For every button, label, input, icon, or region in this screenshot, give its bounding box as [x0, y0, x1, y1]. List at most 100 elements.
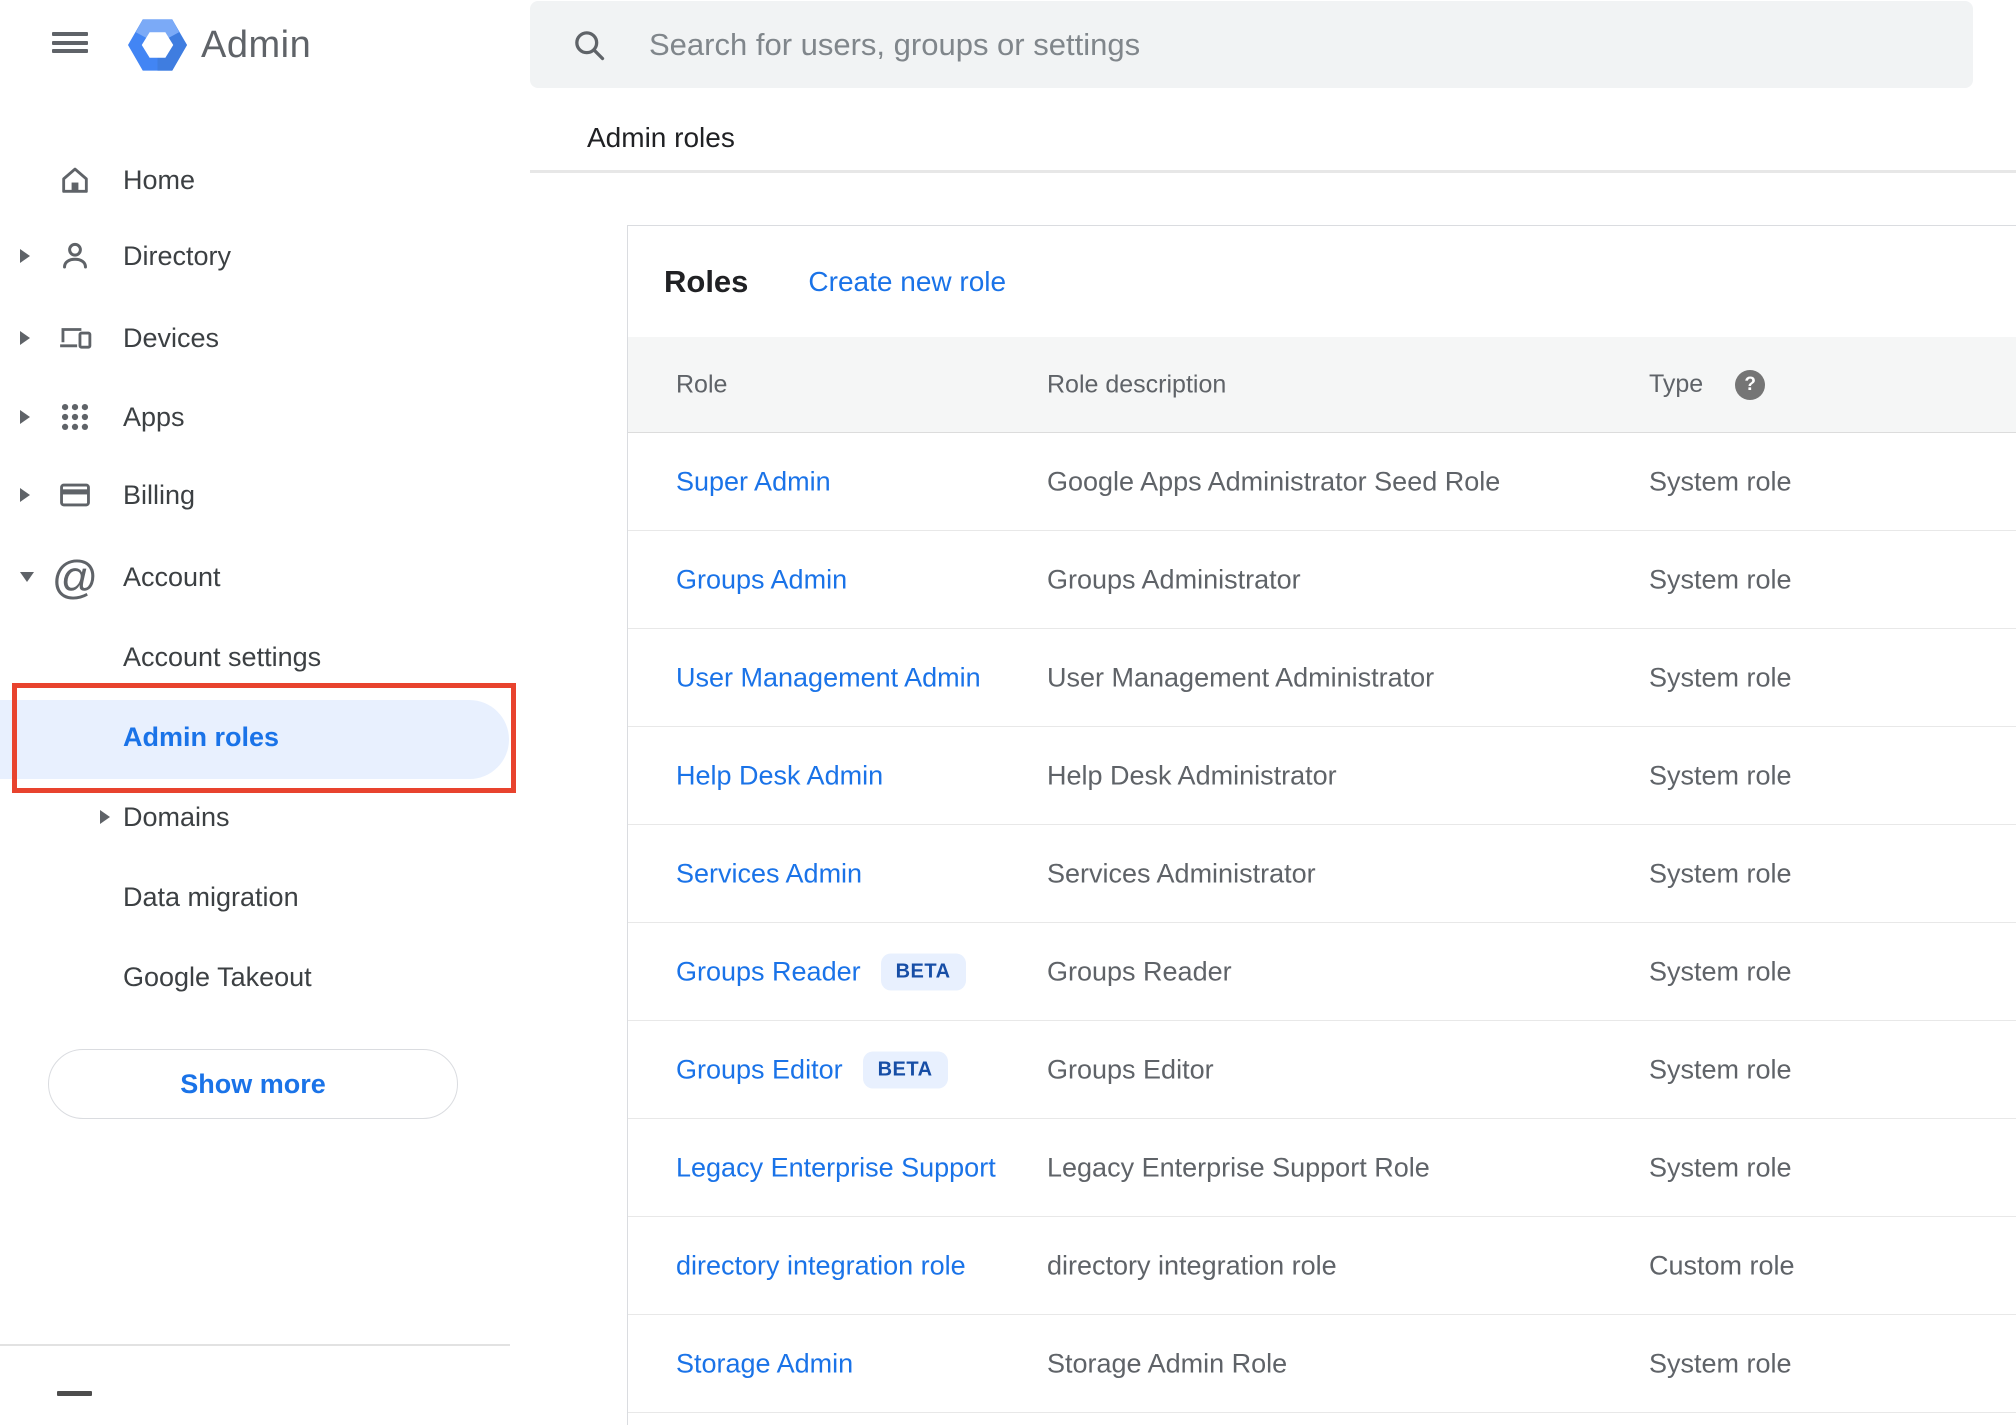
sidebar-item-data-migration[interactable]: Data migration — [0, 857, 515, 937]
role-type: Custom role — [1649, 1250, 1795, 1280]
role-link[interactable]: Groups Reader — [676, 956, 861, 987]
table-row[interactable]: Services Admin Services Administrator Sy… — [628, 825, 2016, 923]
sidebar-item-label: Domains — [123, 801, 230, 832]
beta-badge: BETA — [862, 1051, 948, 1088]
table-row[interactable]: Super Admin Google Apps Administrator Se… — [628, 433, 2016, 531]
role-description: Groups Editor — [1047, 1054, 1214, 1084]
role-description: directory integration role — [1047, 1250, 1337, 1280]
at-sign-icon: @ — [52, 553, 99, 601]
role-description: Groups Administrator — [1047, 564, 1301, 594]
sidebar-item-devices[interactable]: Devices — [0, 298, 515, 378]
help-icon[interactable]: ? — [1735, 369, 1766, 400]
hamburger-menu-icon[interactable] — [52, 32, 88, 53]
admin-console-page: { "app": { "name": "Admin" }, "sidebar":… — [0, 0, 2016, 1425]
sidebar-item-google-takeout[interactable]: Google Takeout — [0, 937, 515, 1017]
person-icon — [56, 232, 94, 280]
table-row[interactable]: Storage Admin Storage Admin Role System … — [628, 1315, 2016, 1413]
chevron-right-icon[interactable] — [20, 488, 30, 502]
search-bar[interactable] — [530, 1, 1973, 88]
role-type: System role — [1649, 1054, 1792, 1084]
chevron-right-icon[interactable] — [20, 331, 30, 345]
show-more-label: Show more — [180, 1068, 326, 1099]
role-description: Groups Reader — [1047, 956, 1232, 986]
devices-icon — [56, 314, 94, 362]
role-description: Help Desk Administrator — [1047, 760, 1337, 790]
admin-logo[interactable]: Admin — [128, 16, 311, 74]
column-header-description: Role description — [1047, 370, 1227, 398]
table-row[interactable]: Help Desk Admin Help Desk Administrator … — [628, 727, 2016, 825]
sidebar: Admin Home Directory Devices Apps Billin… — [0, 0, 530, 1396]
role-link[interactable]: Groups Editor — [676, 1054, 843, 1085]
role-description: Services Administrator — [1047, 858, 1316, 888]
hamburger-bar — [52, 32, 88, 36]
sidebar-item-label: Account settings — [123, 641, 322, 672]
role-type: System role — [1649, 760, 1792, 790]
role-type: System role — [1649, 1152, 1792, 1182]
search-icon — [571, 27, 607, 63]
create-new-role-link[interactable]: Create new role — [808, 266, 1006, 298]
role-link[interactable]: Legacy Enterprise Support — [676, 1152, 996, 1183]
role-link[interactable]: Services Admin — [676, 858, 862, 889]
sidebar-item-label: Home — [123, 164, 196, 195]
admin-hexagon-logo-icon — [128, 19, 187, 71]
roles-card: Roles Create new role Role Role descript… — [627, 225, 2016, 1425]
sidebar-item-account-settings[interactable]: Account settings — [0, 617, 515, 697]
sidebar-item-label: Admin roles — [123, 721, 280, 752]
sidebar-item-label: Data migration — [123, 881, 299, 912]
sidebar-divider — [0, 1344, 510, 1346]
sidebar-item-account[interactable]: @ Account — [0, 537, 515, 617]
table-row[interactable]: Legacy Enterprise Support Legacy Enterpr… — [628, 1119, 2016, 1217]
partial-bottom-icon — [57, 1391, 92, 1396]
role-link[interactable]: directory integration role — [676, 1250, 966, 1281]
role-description: Google Apps Administrator Seed Role — [1047, 466, 1501, 496]
breadcrumb: Admin roles — [587, 122, 735, 153]
role-link[interactable]: Groups Admin — [676, 564, 847, 595]
column-header-type-group: Type ? — [1649, 337, 1766, 432]
home-icon — [56, 156, 94, 204]
hamburger-bar — [52, 40, 88, 45]
table-row[interactable]: Groups Admin Groups Administrator System… — [628, 531, 2016, 629]
chevron-right-icon[interactable] — [100, 810, 110, 824]
role-link[interactable]: Super Admin — [676, 466, 831, 497]
role-type: System role — [1649, 564, 1792, 594]
sidebar-item-billing[interactable]: Billing — [0, 455, 515, 535]
main-content: Admin roles Roles Create new role Role R… — [530, 0, 2016, 1425]
chevron-down-icon[interactable] — [20, 572, 34, 582]
roles-table-header: Role Role description Type ? — [628, 337, 2016, 433]
sidebar-item-apps[interactable]: Apps — [0, 377, 515, 457]
sidebar-item-label: Google Takeout — [123, 961, 312, 992]
table-row[interactable]: Groups Editor BETA Groups Editor System … — [628, 1021, 2016, 1119]
role-link[interactable]: Storage Admin — [676, 1348, 853, 1379]
sidebar-item-label: Billing — [123, 479, 196, 510]
role-description: Legacy Enterprise Support Role — [1047, 1152, 1430, 1182]
role-type: System role — [1649, 858, 1792, 888]
sidebar-item-label: Devices — [123, 322, 220, 353]
at-glyph: @ — [51, 551, 99, 603]
sidebar-item-directory[interactable]: Directory — [0, 216, 515, 296]
sidebar-item-label: Account — [123, 561, 221, 592]
chevron-right-icon[interactable] — [20, 410, 30, 424]
role-type: System role — [1649, 1348, 1792, 1378]
table-row[interactable]: User Management Admin User Management Ad… — [628, 629, 2016, 727]
column-header-type: Type — [1649, 370, 1704, 398]
show-more-button[interactable]: Show more — [48, 1049, 458, 1119]
roles-card-header: Roles Create new role — [628, 226, 2016, 337]
role-link[interactable]: User Management Admin — [676, 662, 981, 693]
sidebar-item-domains[interactable]: Domains — [0, 777, 515, 857]
table-row[interactable]: Groups Reader BETA Groups Reader System … — [628, 923, 2016, 1021]
role-type: System role — [1649, 662, 1792, 692]
role-link[interactable]: Help Desk Admin — [676, 760, 883, 791]
sidebar-item-admin-roles[interactable]: Admin roles — [0, 697, 515, 777]
sidebar-item-home[interactable]: Home — [0, 140, 515, 220]
help-glyph: ? — [1744, 373, 1756, 395]
sidebar-item-label: Directory — [123, 240, 232, 271]
search-input[interactable] — [649, 26, 1973, 63]
role-type: System role — [1649, 466, 1792, 496]
table-row[interactable]: directory integration role directory int… — [628, 1217, 2016, 1315]
credit-card-icon — [56, 471, 94, 519]
column-header-role: Role — [676, 370, 728, 398]
chevron-right-icon[interactable] — [20, 249, 30, 263]
sidebar-item-label: Apps — [123, 401, 185, 432]
hamburger-bar — [52, 49, 88, 53]
role-description: User Management Administrator — [1047, 662, 1435, 692]
